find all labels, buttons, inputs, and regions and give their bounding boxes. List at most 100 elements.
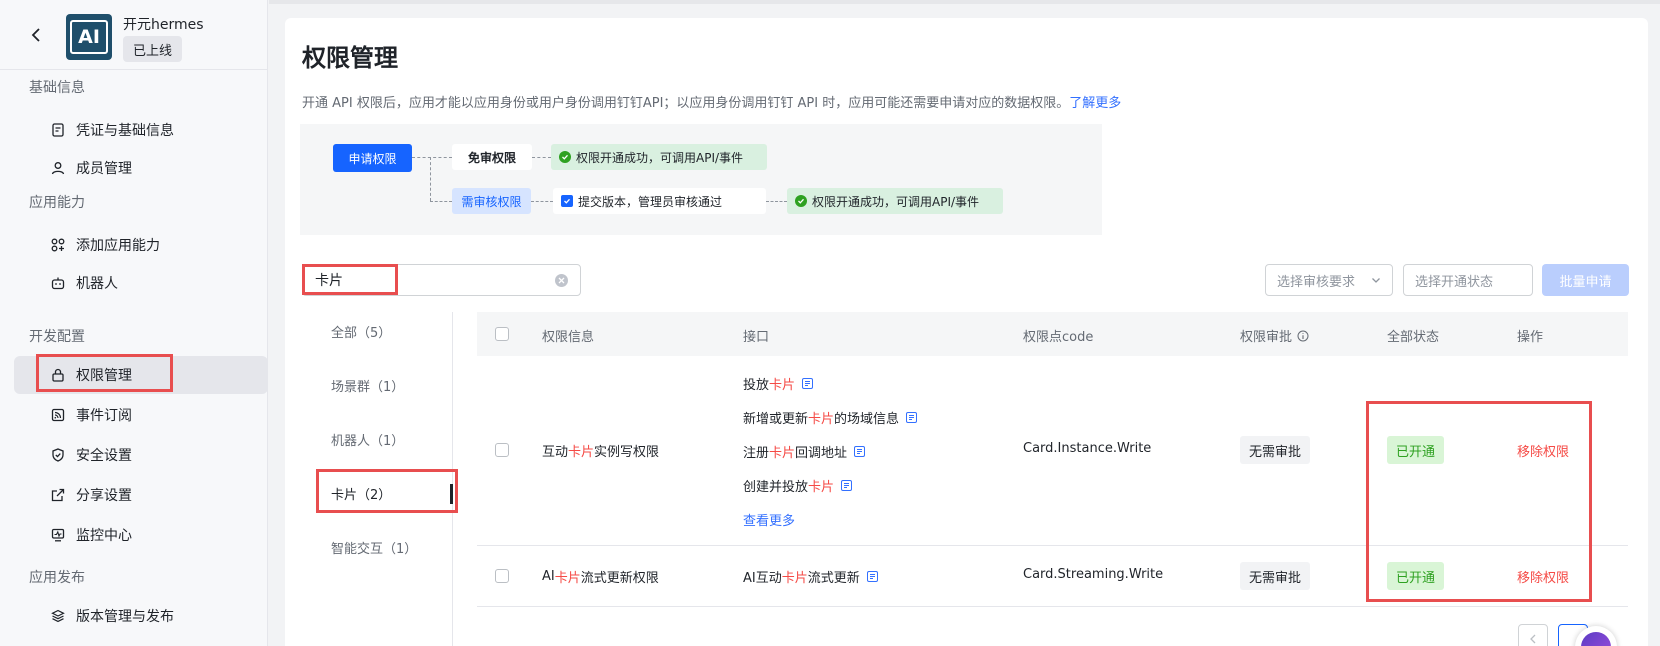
chevron-left-icon xyxy=(1530,634,1536,644)
category-active-indicator xyxy=(450,484,453,504)
flow-connector xyxy=(430,157,431,201)
view-more-link[interactable]: 查看更多 xyxy=(743,510,795,529)
app-status-badge: 已上线 xyxy=(123,36,183,62)
checkbox-checked-icon xyxy=(561,195,573,207)
column-header-code: 权限点code xyxy=(1023,330,1094,345)
text-part: 新增或更新 xyxy=(743,412,809,427)
sidebar-item-members[interactable]: 成员管理 xyxy=(14,150,268,186)
approval-badge: 无需审批 xyxy=(1240,436,1311,464)
search-input[interactable] xyxy=(303,266,543,294)
column-header-api: 接口 xyxy=(743,330,770,345)
row-checkbox[interactable] xyxy=(495,443,509,457)
permission-code: Card.Instance.Write xyxy=(1023,441,1152,456)
layers-icon xyxy=(50,608,66,624)
nav-group-capability: 应用能力 xyxy=(29,195,85,211)
text-part: 注册 xyxy=(743,446,770,461)
permission-code: Card.Streaming.Write xyxy=(1023,567,1164,582)
category-scene-group[interactable]: 场景群（1） xyxy=(331,376,404,395)
batch-apply-button[interactable]: 批量申请 xyxy=(1542,264,1629,296)
api-link[interactable]: 投放 卡片 xyxy=(743,374,814,393)
sidebar-item-share[interactable]: 分享设置 xyxy=(14,477,268,513)
text-part: AI互动 xyxy=(743,571,782,586)
doc-icon[interactable] xyxy=(906,412,918,423)
review-requirement-select[interactable]: 选择审核要求 xyxy=(1265,264,1393,296)
nav-group-dev: 开发配置 xyxy=(29,329,85,345)
flow-connector xyxy=(430,201,452,202)
keyword-highlight: 卡片 xyxy=(781,571,808,586)
row-divider xyxy=(477,606,1628,607)
keyword-highlight: 卡片 xyxy=(769,378,796,393)
rss-icon xyxy=(50,407,66,423)
text-part: 实例写权限 xyxy=(594,445,660,460)
text-part: 互动 xyxy=(542,445,569,460)
text-part: 回调地址 xyxy=(795,446,848,461)
clear-icon[interactable] xyxy=(555,274,568,287)
select-placeholder: 选择开通状态 xyxy=(1415,274,1494,290)
column-header-approval: 权限审批 xyxy=(1240,326,1309,345)
flow-connector xyxy=(532,157,551,158)
permission-name: AI 卡片 流式更新权限 xyxy=(542,567,659,586)
flow-connector xyxy=(766,201,787,202)
app-logo-text: AI xyxy=(70,20,108,54)
sidebar-item-permissions[interactable]: 权限管理 xyxy=(14,356,268,394)
sidebar: AI 开元hermes 已上线 基础信息 凭证与基础信息 成员管理 应用能力 添… xyxy=(0,0,268,646)
chevron-down-icon xyxy=(1372,278,1380,283)
api-link[interactable]: 新增或更新 卡片 的场域信息 xyxy=(743,408,918,427)
flow-success-step: 权限开通成功，可调用API/事件 xyxy=(787,188,1003,214)
api-link[interactable]: 创建并投放 卡片 xyxy=(743,476,853,495)
app-name: 开元hermes xyxy=(123,17,204,33)
sidebar-item-events[interactable]: 事件订阅 xyxy=(14,397,268,433)
sidebar-item-robot[interactable]: 机器人 xyxy=(14,265,268,301)
nav-group-release: 应用发布 xyxy=(29,570,85,586)
text-part: 的场域信息 xyxy=(834,412,900,427)
permission-name: 互动 卡片 实例写权限 xyxy=(542,441,659,460)
learn-more-link[interactable]: 了解更多 xyxy=(1069,96,1121,111)
add-capability-icon xyxy=(50,237,66,253)
share-icon xyxy=(50,487,66,503)
doc-icon[interactable] xyxy=(841,480,853,491)
search-box xyxy=(302,264,581,296)
sidebar-item-add-capability[interactable]: 添加应用能力 xyxy=(14,227,268,263)
keyword-highlight: 卡片 xyxy=(769,446,796,461)
flow-success-text: 权限开通成功，可调用API/事件 xyxy=(812,194,980,209)
category-smart-interaction[interactable]: 智能交互（1） xyxy=(331,538,417,557)
doc-icon[interactable] xyxy=(802,378,814,389)
remove-permission-button[interactable]: 移除权限 xyxy=(1517,567,1569,586)
back-button[interactable] xyxy=(26,25,46,45)
keyword-highlight: 卡片 xyxy=(808,412,835,427)
row-divider xyxy=(477,545,1628,546)
text-part: AI xyxy=(542,569,555,584)
prev-page-button[interactable] xyxy=(1518,624,1548,646)
doc-icon[interactable] xyxy=(866,571,878,582)
sidebar-item-versions[interactable]: 版本管理与发布 xyxy=(14,598,268,634)
shield-icon xyxy=(50,447,66,463)
flow-success-text: 权限开通成功，可调用API/事件 xyxy=(576,150,744,165)
app-logo: AI xyxy=(66,14,112,60)
api-link[interactable]: 注册 卡片 回调地址 xyxy=(743,442,866,461)
flow-success-step: 权限开通成功，可调用API/事件 xyxy=(551,144,767,170)
sidebar-item-credentials[interactable]: 凭证与基础信息 xyxy=(14,112,268,148)
remove-permission-button[interactable]: 移除权限 xyxy=(1517,441,1569,460)
page-title: 权限管理 xyxy=(302,44,398,72)
api-link[interactable]: AI互动 卡片 流式更新 xyxy=(743,567,878,586)
sidebar-item-security[interactable]: 安全设置 xyxy=(14,437,268,473)
row-checkbox[interactable] xyxy=(495,569,509,583)
sidebar-item-label: 凭证与基础信息 xyxy=(76,123,174,139)
doc-icon[interactable] xyxy=(854,446,866,457)
flow-free-step: 免审权限 xyxy=(452,144,532,170)
credential-icon xyxy=(50,122,66,138)
category-card[interactable]: 卡片（2） xyxy=(331,484,391,503)
open-status-select[interactable]: 选择开通状态 xyxy=(1403,264,1533,296)
column-header-status: 全部状态 xyxy=(1387,330,1440,345)
text-part: 流式更新权限 xyxy=(580,571,659,586)
info-icon[interactable] xyxy=(1297,330,1309,342)
column-header-actions: 操作 xyxy=(1517,330,1544,345)
sidebar-item-monitor[interactable]: 监控中心 xyxy=(14,517,268,553)
category-robot[interactable]: 机器人（1） xyxy=(331,430,404,449)
category-all[interactable]: 全部（5） xyxy=(331,322,391,341)
sidebar-item-label: 事件订阅 xyxy=(76,408,132,424)
text-part: 投放 xyxy=(743,378,770,393)
status-badge: 已开通 xyxy=(1387,436,1445,464)
select-all-checkbox[interactable] xyxy=(495,327,509,341)
column-header-permission: 权限信息 xyxy=(542,330,595,345)
